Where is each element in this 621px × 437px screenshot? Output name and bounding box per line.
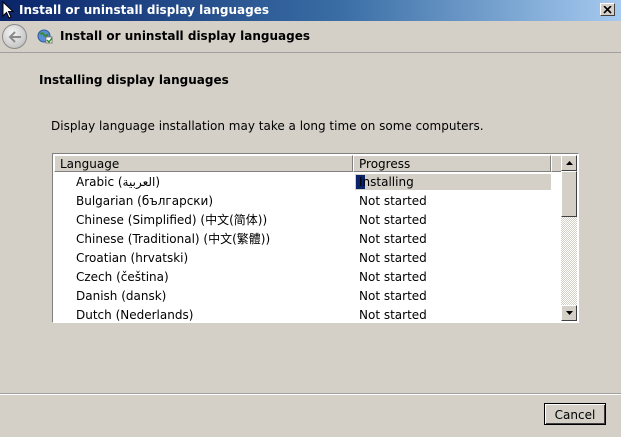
scroll-down-button[interactable] [561,305,577,321]
progress-status: Installing [359,175,414,189]
scroll-up-button[interactable] [561,155,577,171]
progress-status: Not started [359,251,427,265]
list-item[interactable]: Dutch (Nederlands) Not started [54,306,562,322]
scroll-thumb[interactable] [561,171,577,217]
language-name: Chinese (Simplified) (中文(简体)) [76,213,268,227]
progress-status: Not started [359,270,427,284]
column-header-language[interactable]: Language [54,155,353,172]
list-item[interactable]: Chinese (Traditional) (中文(繁體)) Not start… [54,230,562,249]
back-button[interactable] [2,24,27,49]
language-list[interactable]: Language Progress Arabic (العربية) Insta… [52,153,579,323]
page-header-title: Install or uninstall display languages [60,29,310,43]
language-name: Czech (čeština) [76,270,169,284]
back-arrow-icon [8,30,21,43]
mouse-cursor-icon [2,1,15,19]
list-item[interactable]: Czech (čeština) Not started [54,268,562,287]
language-name: Danish (dansk) [76,289,167,303]
language-name: Dutch (Nederlands) [76,308,194,322]
list-header: Language Progress [54,155,562,172]
list-item[interactable]: Croatian (hrvatski) Not started [54,249,562,268]
description-text: Display language installation may take a… [51,119,484,133]
progress-status: Not started [359,232,427,246]
close-icon [603,5,612,14]
page-title: Installing display languages [39,73,229,87]
progress-status: Not started [359,308,427,322]
language-name: Bulgarian (български) [76,194,214,208]
list-rows: Arabic (العربية) Installing Bulgarian (б… [54,173,562,322]
language-name: Croatian (hrvatski) [76,251,189,265]
window-title: Install or uninstall display languages [19,3,269,17]
progress-status: Not started [359,194,427,208]
progress-status: Not started [359,213,427,227]
list-item[interactable]: Bulgarian (български) Not started [54,192,562,211]
title-bar: Install or uninstall display languages [0,0,621,21]
footer-divider [0,393,621,395]
list-item[interactable]: Danish (dansk) Not started [54,287,562,306]
progress-status: Not started [359,289,427,303]
language-globe-icon [37,29,53,44]
language-name: Arabic (العربية) [76,175,161,189]
arrow-down-icon [565,311,573,315]
column-header-progress[interactable]: Progress [353,155,551,172]
cancel-button[interactable]: Cancel [544,403,606,425]
navigation-bar: Install or uninstall display languages [0,21,621,53]
vertical-scrollbar[interactable] [561,155,577,321]
language-name: Chinese (Traditional) (中文(繁體)) [76,232,271,246]
list-item[interactable]: Arabic (العربية) Installing [54,173,562,192]
close-button[interactable] [600,3,615,16]
list-item[interactable]: Chinese (Simplified) (中文(简体)) Not starte… [54,211,562,230]
arrow-up-icon [565,161,573,165]
